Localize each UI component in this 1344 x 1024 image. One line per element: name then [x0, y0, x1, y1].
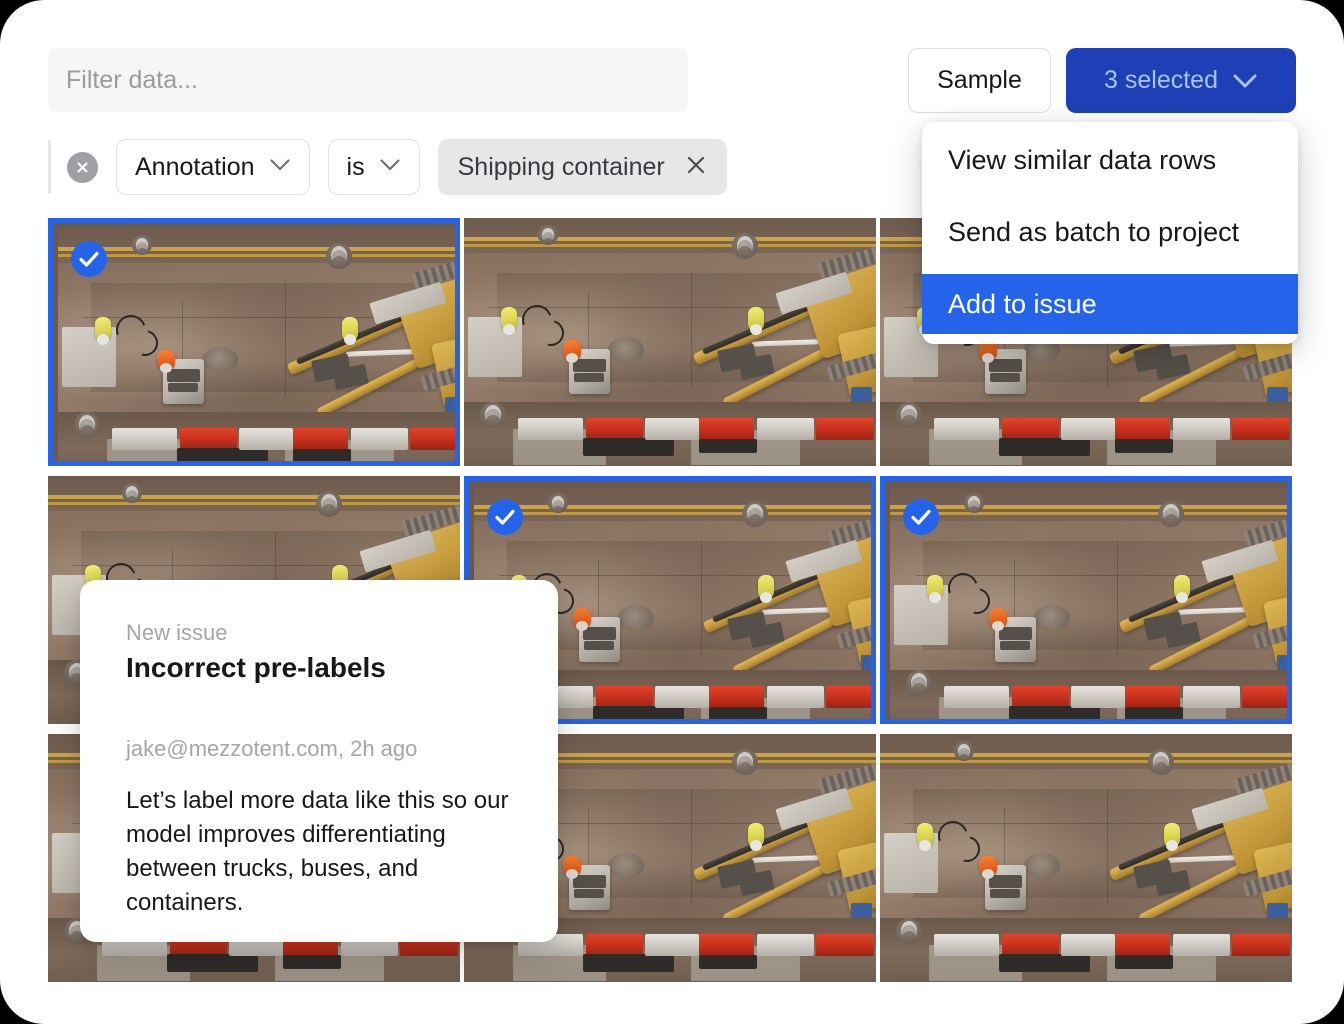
check-icon[interactable]: [487, 499, 523, 535]
filter-field-label: Annotation: [135, 152, 255, 181]
menu-item-view-similar-data-rows[interactable]: View similar data rows: [922, 130, 1298, 190]
selected-count-label: 3 selected: [1104, 66, 1218, 94]
issue-body-text: Let’s label more data like this so our m…: [126, 787, 509, 917]
chevron-down-icon: [269, 158, 291, 176]
thumbnail-photo: [890, 486, 1287, 719]
thumbnail-image: [880, 734, 1292, 982]
selected-count-button[interactable]: 3 selected: [1066, 48, 1296, 113]
grid-thumbnail-9[interactable]: [880, 734, 1292, 982]
thumbnail-photo: [880, 734, 1292, 982]
filter-operator-label: is: [346, 152, 365, 181]
menu-spacer: [922, 262, 1298, 274]
menu-item-send-as-batch-to-project[interactable]: Send as batch to project: [922, 202, 1298, 262]
filter-value-chip[interactable]: Shipping container: [437, 139, 727, 195]
grid-thumbnail-1[interactable]: [48, 218, 460, 466]
thumbnail-photo: [464, 218, 876, 466]
x-icon[interactable]: [685, 154, 707, 181]
menu-item-add-to-issue[interactable]: Add to issue: [922, 274, 1298, 334]
filter-operator-dropdown[interactable]: is: [327, 139, 420, 195]
thumbnail-image: [58, 228, 455, 461]
circle-x-icon[interactable]: [67, 151, 98, 183]
filter-chip-row: Annotation is Shipping container: [48, 136, 727, 198]
issue-author-timestamp: jake@mezzotent.com, 2h ago: [126, 736, 418, 761]
sample-button[interactable]: Sample: [908, 48, 1051, 113]
menu-spacer: [922, 190, 1298, 202]
thumbnail-photo: [58, 228, 455, 461]
new-issue-card: New issue Incorrect pre-labels jake@mezz…: [80, 580, 558, 942]
check-icon[interactable]: [903, 499, 939, 535]
app-window: Sample 3 selected Annotation: [0, 0, 1344, 1024]
chevron-down-icon: [1232, 73, 1258, 89]
thumbnail-image: [464, 218, 876, 466]
chevron-down-icon: [379, 158, 401, 176]
check-icon[interactable]: [71, 241, 107, 277]
grid-thumbnail-6[interactable]: [880, 476, 1292, 724]
grid-thumbnail-2[interactable]: [464, 218, 876, 466]
filter-value-label: Shipping container: [457, 152, 665, 181]
issue-title: Incorrect pre-labels: [126, 652, 386, 683]
filter-group-rail: [48, 140, 51, 194]
bulk-actions-menu: View similar data rows Send as batch to p…: [922, 122, 1298, 344]
issue-eyebrow: New issue: [126, 620, 228, 645]
filter-field-dropdown[interactable]: Annotation: [116, 139, 310, 195]
thumbnail-image: [890, 486, 1287, 719]
filter-input[interactable]: [48, 48, 688, 112]
